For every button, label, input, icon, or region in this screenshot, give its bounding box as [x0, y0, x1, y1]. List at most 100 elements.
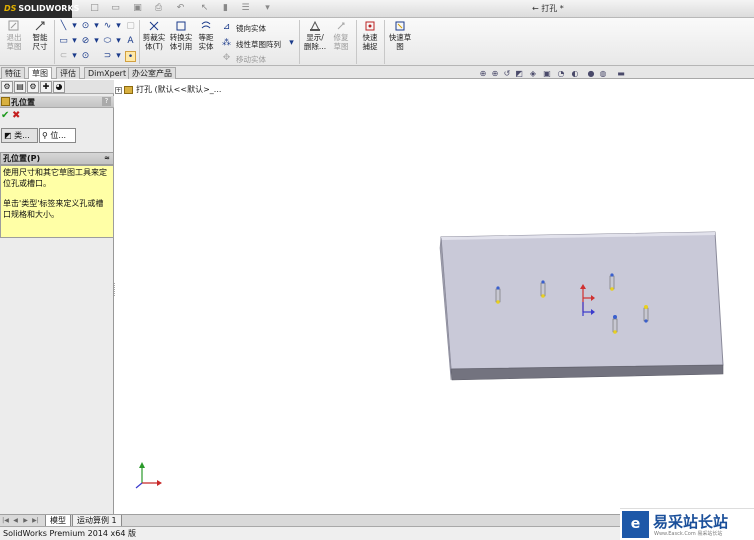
title-bar: DS SOLIDWORKS □ ▭ ▣ ⎙ ↶ ↖ ▮ ☰ ▾ ← 打孔 * — [0, 0, 754, 18]
previous-tab-icon[interactable]: ◀ — [12, 517, 19, 524]
repair-sketch-button[interactable]: 修复草图 — [330, 20, 352, 51]
hole-point[interactable] — [612, 315, 618, 334]
help-icon[interactable]: ? — [102, 97, 111, 106]
dropdown-arrow-icon[interactable]: ▾ — [113, 21, 124, 32]
quick-snaps-label: 快速捕捉 — [362, 33, 378, 51]
zoom-to-area-icon[interactable]: ⊕ — [490, 69, 500, 79]
convert-entities-label: 转换实体引用 — [169, 33, 193, 51]
dropdown-arrow-icon[interactable]: ▾ — [69, 21, 80, 32]
dropdown-arrow-icon[interactable]: ▾ — [91, 36, 102, 47]
property-manager-tab-icon[interactable]: ▤ — [14, 81, 26, 93]
select-icon[interactable]: ↖ — [199, 3, 210, 14]
configuration-manager-tab-icon[interactable]: ⚙ — [27, 81, 39, 93]
ok-check-icon[interactable]: ✔ — [1, 110, 9, 121]
next-tab-icon[interactable]: ▶ — [22, 517, 29, 524]
document-title: ← 打孔 * — [532, 4, 564, 13]
undo-icon[interactable]: ↶ — [175, 3, 186, 14]
dropdown-arrow-icon[interactable]: ▾ — [69, 36, 80, 47]
convert-entities-button[interactable]: 转换实体引用 — [168, 20, 194, 51]
move-entities-icon[interactable]: ✥ — [221, 53, 232, 64]
open-document-icon[interactable]: ▭ — [110, 3, 121, 14]
move-entities-label[interactable]: 移动实体 — [236, 54, 266, 65]
hole-point[interactable] — [609, 273, 615, 291]
hole-point[interactable] — [540, 280, 546, 298]
point-icon[interactable]: • — [125, 51, 136, 62]
mirror-entities-label[interactable]: 镜向实体 — [236, 23, 266, 34]
arc-icon[interactable]: ⊘ — [80, 36, 91, 47]
new-document-icon[interactable]: □ — [89, 3, 100, 14]
section-view-icon[interactable]: ◩ — [514, 69, 524, 79]
hide-show-items-icon[interactable]: ◔ — [556, 69, 566, 79]
logo-text: SOLIDWORKS — [18, 4, 80, 13]
tab-office-products[interactable]: 办公室产品 — [128, 67, 176, 79]
text-sketch-icon[interactable]: A — [125, 36, 136, 47]
collapse-icon[interactable]: ≈ — [104, 153, 110, 164]
quick-snaps-icon — [365, 21, 375, 31]
hole-position-group-header[interactable]: 孔位置(P) ≈ — [0, 152, 114, 165]
zoom-to-fit-icon[interactable]: ⊕ — [478, 69, 488, 79]
view-settings-icon[interactable]: ◍ — [598, 69, 608, 79]
dropdown-arrow-icon[interactable]: ▾ — [69, 51, 80, 62]
ellipse-icon[interactable]: ⬭ — [102, 36, 113, 47]
tab-sketch[interactable]: 草图 — [28, 67, 52, 79]
hole-point[interactable] — [495, 286, 501, 304]
linear-pattern-label[interactable]: 线性草图阵列 — [236, 39, 281, 50]
monitor-icon[interactable]: ▬ — [616, 69, 626, 79]
centerline-icon[interactable]: ⊃ — [102, 51, 113, 62]
tab-type[interactable]: ◩ 类... — [1, 128, 38, 143]
cancel-x-icon[interactable]: ✖ — [12, 110, 20, 121]
line-icon[interactable]: ╲ — [58, 21, 69, 32]
previous-view-icon[interactable]: ↺ — [502, 69, 512, 79]
display-style-icon[interactable]: ▣ — [542, 69, 552, 79]
exit-sketch-button[interactable]: 退出草图 — [3, 20, 25, 51]
tab-positions[interactable]: ⚲ 位... — [39, 128, 76, 143]
display-delete-relations-label: 显示/删除... — [303, 33, 327, 51]
smart-dimension-button[interactable]: 智能尺寸 — [29, 20, 51, 51]
dropdown-arrow-icon[interactable]: ▾ — [91, 21, 102, 32]
display-manager-tab-icon[interactable]: ◕ — [53, 81, 65, 93]
trim-entities-button[interactable]: 剪裁实体(T) — [142, 20, 166, 51]
view-orientation-icon[interactable]: ◈ — [528, 69, 538, 79]
last-tab-icon[interactable]: ▶| — [32, 517, 39, 524]
dropdown-arrow-icon[interactable]: ▾ — [113, 51, 124, 62]
hole-point[interactable] — [643, 305, 649, 323]
options-icon[interactable]: ☰ — [240, 3, 251, 14]
dimxpert-manager-tab-icon[interactable]: ✚ — [40, 81, 52, 93]
spline-icon[interactable]: ∿ — [102, 21, 113, 32]
sketch-fillet-icon[interactable]: ▢ — [125, 21, 136, 32]
print-icon[interactable]: ⎙ — [153, 3, 164, 14]
site-watermark: e 易采站长站 Www.Easck.Com 易采站长站 — [620, 508, 754, 540]
dropdown-arrow-icon[interactable]: ▾ — [286, 38, 297, 49]
offset-entities-icon — [201, 21, 211, 29]
dropdown-arrow-icon[interactable]: ▾ — [113, 36, 124, 47]
edit-appearance-icon[interactable]: ◐ — [570, 69, 580, 79]
display-delete-relations-button[interactable]: 显示/删除... — [303, 20, 327, 51]
part-top-face[interactable] — [440, 231, 724, 370]
tab-evaluate[interactable]: 评估 — [56, 67, 80, 79]
smart-dimension-label: 智能尺寸 — [32, 33, 48, 51]
tab-features[interactable]: 特征 — [1, 67, 25, 79]
apply-scene-icon[interactable]: ● — [586, 69, 596, 79]
first-tab-icon[interactable]: |◀ — [2, 517, 9, 524]
positions-tab-icon: ⚲ — [42, 131, 48, 140]
polygon-icon[interactable]: ⊙ — [80, 51, 91, 62]
rebuild-icon[interactable]: ▮ — [220, 3, 231, 14]
rectangle-icon[interactable]: ▭ — [58, 36, 69, 47]
repair-sketch-icon — [337, 22, 345, 30]
circle-icon[interactable]: ⊙ — [80, 21, 91, 32]
mirror-icon[interactable]: ⊿ — [221, 22, 232, 33]
save-icon[interactable]: ▣ — [132, 3, 143, 14]
offset-entities-button[interactable]: 等距实体 — [196, 20, 216, 51]
tab-dimxpert[interactable]: DimXpert — [84, 67, 131, 79]
solidworks-logo[interactable]: DS SOLIDWORKS — [0, 0, 79, 18]
linear-pattern-icon[interactable]: ⁂ — [221, 38, 232, 49]
model-viewport[interactable] — [115, 80, 754, 514]
feature-manager-tab-icon[interactable]: ⚙ — [1, 81, 13, 93]
customize-icon[interactable]: ▾ — [262, 3, 273, 14]
separator — [299, 20, 300, 64]
slot-icon[interactable]: ⊂ — [58, 51, 69, 62]
quick-snaps-button[interactable]: 快速捕捉 — [359, 20, 381, 51]
property-manager-header: 孔位置 ? — [0, 96, 114, 108]
graphics-area[interactable]: + 打孔 (默认<<默认>_... — [115, 80, 754, 514]
rapid-sketch-button[interactable]: 快速草图 — [388, 20, 412, 51]
